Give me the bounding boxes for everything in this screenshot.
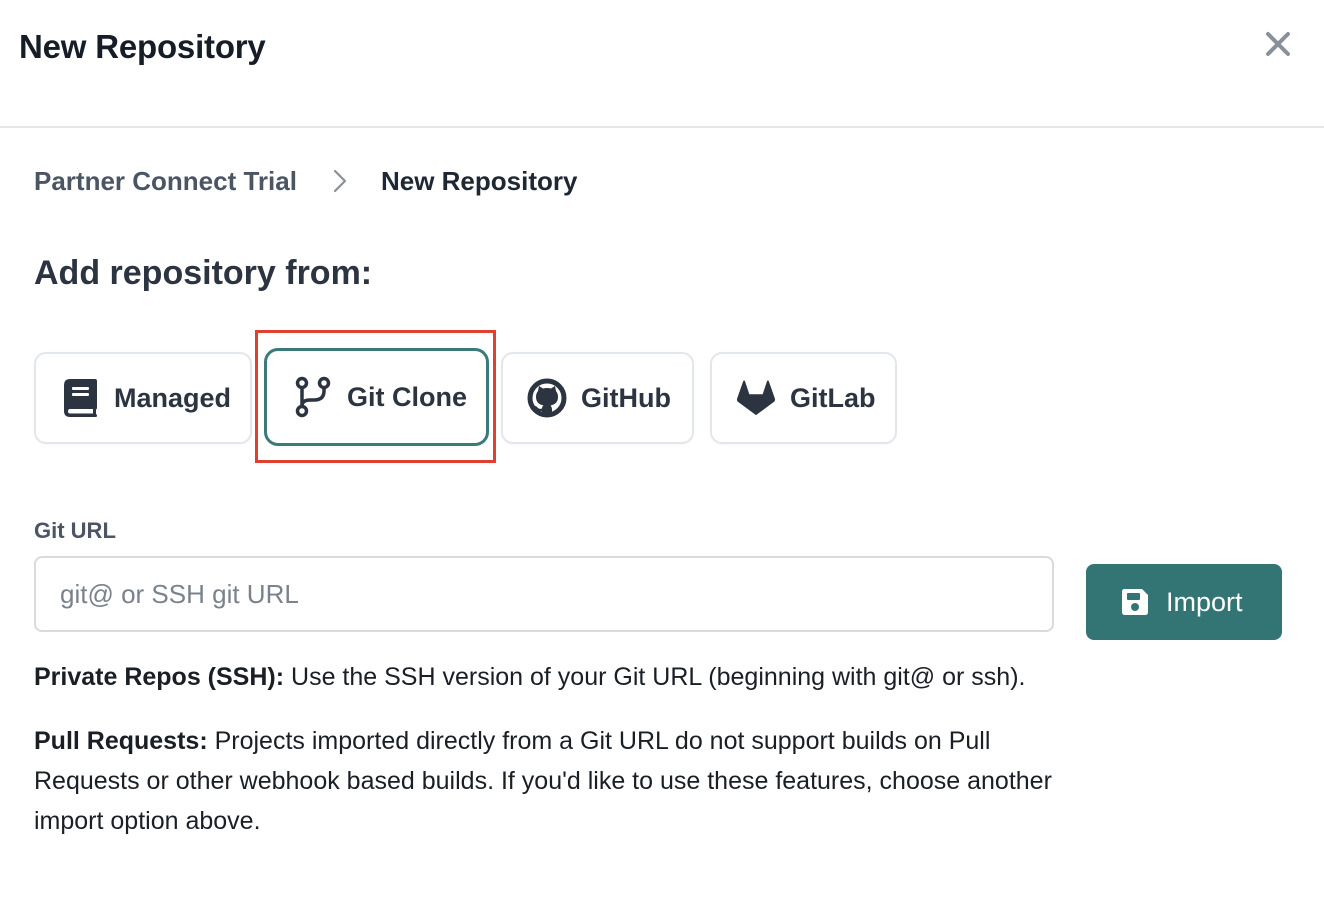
breadcrumb: Partner Connect Trial New Repository	[34, 164, 577, 198]
import-button-label: Import	[1166, 586, 1243, 617]
new-repository-modal: New Repository Partner Connect Trial New…	[0, 0, 1324, 900]
book-icon	[60, 378, 100, 418]
chevron-right-icon	[333, 169, 347, 193]
source-option-label: GitHub	[581, 382, 671, 413]
source-option-label: GitLab	[790, 382, 876, 413]
close-icon	[1266, 32, 1290, 56]
source-option-git-clone[interactable]: Git Clone	[264, 348, 489, 446]
save-icon	[1122, 589, 1148, 615]
source-option-managed[interactable]: Managed	[34, 352, 252, 444]
breadcrumb-parent-link[interactable]: Partner Connect Trial	[34, 166, 297, 197]
source-option-label: Managed	[114, 382, 232, 413]
source-option-github[interactable]: GitHub	[501, 352, 694, 444]
import-button[interactable]: Import	[1086, 564, 1282, 640]
help-ssh-text: Use the SSH version of your Git URL (beg…	[284, 663, 1026, 691]
help-private-repos: Private Repos (SSH): Use the SSH version…	[34, 657, 1074, 697]
source-option-label: Git Clone	[347, 381, 467, 412]
close-button[interactable]	[1258, 24, 1298, 64]
git-branch-icon	[293, 376, 333, 418]
breadcrumb-current: New Repository	[380, 165, 578, 196]
add-repository-heading: Add repository from:	[34, 254, 373, 292]
modal-title: New Repository	[19, 28, 266, 65]
modal-header: New Repository	[0, 0, 1324, 128]
source-option-gitlab[interactable]: GitLab	[710, 352, 897, 444]
help-pr-title: Pull Requests:	[34, 727, 208, 755]
git-url-input[interactable]	[34, 556, 1054, 632]
git-url-label: Git URL	[34, 518, 116, 543]
help-ssh-title: Private Repos (SSH):	[34, 663, 285, 691]
help-pull-requests: Pull Requests: Projects imported directl…	[34, 721, 1074, 841]
github-icon	[527, 378, 567, 418]
gitlab-icon	[736, 378, 776, 418]
